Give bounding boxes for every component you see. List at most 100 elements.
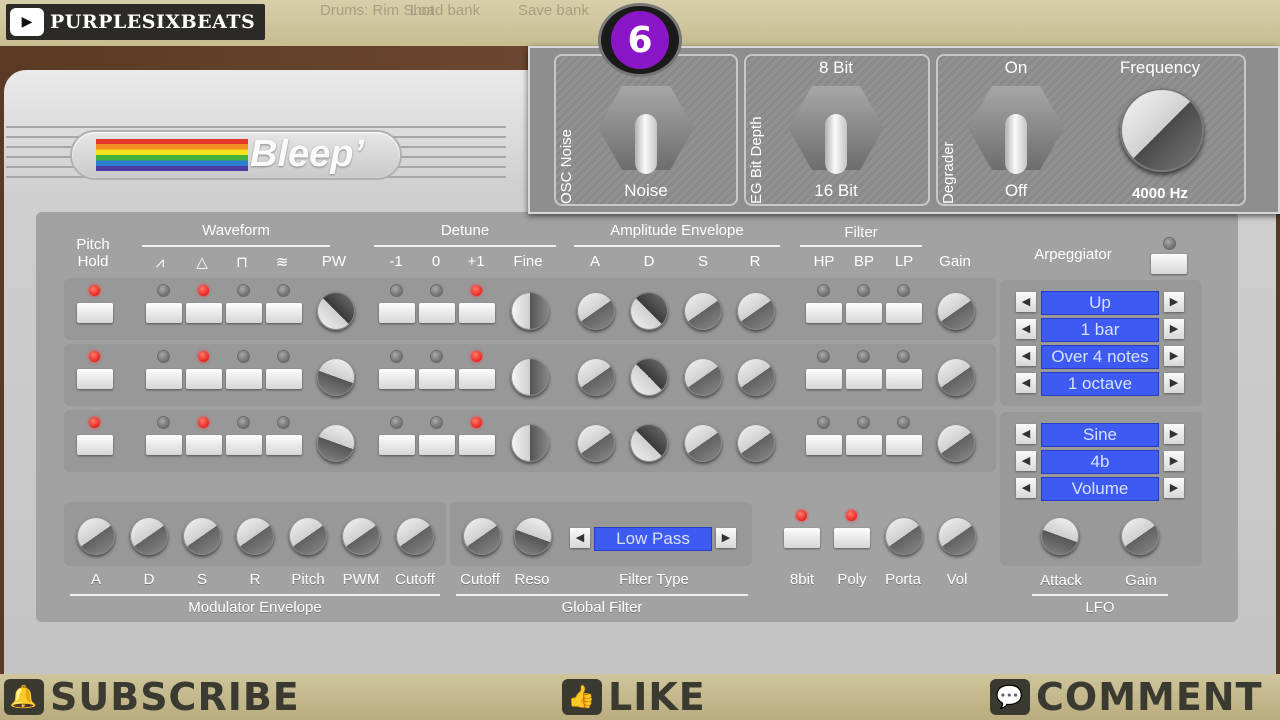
poly-button[interactable]	[834, 528, 870, 548]
arp-toggle-button[interactable]	[1151, 254, 1187, 274]
eg-bit-depth-toggle[interactable]	[825, 114, 847, 174]
arp-selector-1-next-button[interactable]: ▶	[1164, 292, 1184, 312]
osc2-gain-knob[interactable]	[937, 358, 975, 396]
osc3-detune-button-1[interactable]	[379, 435, 415, 455]
osc1-detune-button-2[interactable]	[419, 303, 455, 323]
lfo-gain-knob[interactable]	[1121, 517, 1159, 555]
osc3-filter-button-2[interactable]	[846, 435, 882, 455]
osc3-gain-knob[interactable]	[937, 424, 975, 462]
osc3-detune-button-2[interactable]	[419, 435, 455, 455]
modulator-knob-3[interactable]	[183, 517, 221, 555]
lfo-selector-1-display[interactable]: Sine	[1041, 423, 1159, 447]
filter-type-display[interactable]: Low Pass	[594, 527, 712, 551]
osc3-detune-button-3[interactable]	[459, 435, 495, 455]
osc2-filter-button-3[interactable]	[886, 369, 922, 389]
arp-selector-2-prev-button[interactable]: ◀	[1016, 319, 1036, 339]
modulator-knob-5[interactable]	[289, 517, 327, 555]
arp-selector-1-display[interactable]: Up	[1041, 291, 1159, 315]
modulator-knob-6[interactable]	[342, 517, 380, 555]
global-reso-knob[interactable]	[514, 517, 552, 555]
modulator-knob-7[interactable]	[396, 517, 434, 555]
porta-knob[interactable]	[885, 517, 923, 555]
osc2-amp-env-knob-1[interactable]	[577, 358, 615, 396]
osc3-waveform-button-3[interactable]	[226, 435, 262, 455]
arp-selector-3-display[interactable]: Over 4 notes	[1041, 345, 1159, 369]
vol-knob[interactable]	[938, 517, 976, 555]
osc2-waveform-button-3[interactable]	[226, 369, 262, 389]
lfo-selector-1-prev-button[interactable]: ◀	[1016, 424, 1036, 444]
arp-selector-4-prev-button[interactable]: ◀	[1016, 373, 1036, 393]
osc2-waveform-button-1[interactable]	[146, 369, 182, 389]
frequency-knob[interactable]	[1120, 88, 1204, 172]
arp-selector-4-display[interactable]: 1 octave	[1041, 372, 1159, 396]
osc1-amp-env-knob-4[interactable]	[737, 292, 775, 330]
load-bank-button[interactable]: Load bank	[410, 2, 480, 19]
osc1-amp-env-knob-2[interactable]	[630, 292, 668, 330]
osc3-filter-button-3[interactable]	[886, 435, 922, 455]
lfo-selector-3-prev-button[interactable]: ◀	[1016, 478, 1036, 498]
lfo-selector-3-next-button[interactable]: ▶	[1164, 478, 1184, 498]
osc2-amp-env-knob-2[interactable]	[630, 358, 668, 396]
osc3-pw-knob[interactable]	[317, 424, 355, 462]
like-cta[interactable]: 👍 LIKE	[562, 675, 706, 719]
osc3-waveform-button-1[interactable]	[146, 435, 182, 455]
osc1-amp-env-knob-1[interactable]	[577, 292, 615, 330]
osc1-detune-button-1[interactable]	[379, 303, 415, 323]
osc2-amp-env-knob-4[interactable]	[737, 358, 775, 396]
osc2-pw-knob[interactable]	[317, 358, 355, 396]
8bit-button[interactable]	[784, 528, 820, 548]
osc1-filter-button-3[interactable]	[886, 303, 922, 323]
filter-type-prev-button[interactable]: ◀	[570, 528, 590, 548]
arp-selector-3-next-button[interactable]: ▶	[1164, 346, 1184, 366]
osc3-pitch-hold-button[interactable]	[77, 435, 113, 455]
osc1-fine-knob[interactable]	[511, 292, 549, 330]
osc3-fine-knob[interactable]	[511, 424, 549, 462]
save-bank-button[interactable]: Save bank	[518, 2, 589, 19]
modulator-knob-2[interactable]	[130, 517, 168, 555]
global-cutoff-knob[interactable]	[463, 517, 501, 555]
osc2-filter-button-2[interactable]	[846, 369, 882, 389]
osc1-gain-knob[interactable]	[937, 292, 975, 330]
osc3-amp-env-knob-2[interactable]	[630, 424, 668, 462]
osc2-detune-button-2[interactable]	[419, 369, 455, 389]
channel-tag[interactable]: ▶ PURPLESIXBEATS	[6, 4, 266, 40]
degrader-toggle[interactable]	[1005, 114, 1027, 174]
lfo-attack-knob[interactable]	[1041, 517, 1079, 555]
osc2-detune-button-1[interactable]	[379, 369, 415, 389]
lfo-selector-2-next-button[interactable]: ▶	[1164, 451, 1184, 471]
arp-selector-4-next-button[interactable]: ▶	[1164, 373, 1184, 393]
osc1-detune-button-3[interactable]	[459, 303, 495, 323]
arp-selector-2-next-button[interactable]: ▶	[1164, 319, 1184, 339]
osc1-waveform-button-1[interactable]	[146, 303, 182, 323]
lfo-selector-1-next-button[interactable]: ▶	[1164, 424, 1184, 444]
arp-selector-1-prev-button[interactable]: ◀	[1016, 292, 1036, 312]
osc1-pw-knob[interactable]	[317, 292, 355, 330]
osc2-filter-button-1[interactable]	[806, 369, 842, 389]
osc3-waveform-button-2[interactable]	[186, 435, 222, 455]
osc3-filter-button-1[interactable]	[806, 435, 842, 455]
modulator-knob-4[interactable]	[236, 517, 274, 555]
osc2-detune-button-3[interactable]	[459, 369, 495, 389]
osc3-waveform-button-4[interactable]	[266, 435, 302, 455]
arp-selector-3-prev-button[interactable]: ◀	[1016, 346, 1036, 366]
osc-noise-toggle[interactable]	[635, 114, 657, 174]
osc1-waveform-button-3[interactable]	[226, 303, 262, 323]
osc1-filter-button-1[interactable]	[806, 303, 842, 323]
comment-cta[interactable]: 💬 COMMENT	[990, 675, 1263, 719]
osc1-waveform-button-4[interactable]	[266, 303, 302, 323]
osc1-filter-button-2[interactable]	[846, 303, 882, 323]
filter-type-next-button[interactable]: ▶	[716, 528, 736, 548]
modulator-knob-1[interactable]	[77, 517, 115, 555]
osc1-waveform-button-2[interactable]	[186, 303, 222, 323]
osc1-pitch-hold-button[interactable]	[77, 303, 113, 323]
arp-selector-2-display[interactable]: 1 bar	[1041, 318, 1159, 342]
osc2-pitch-hold-button[interactable]	[77, 369, 113, 389]
osc3-amp-env-knob-1[interactable]	[577, 424, 615, 462]
lfo-selector-3-display[interactable]: Volume	[1041, 477, 1159, 501]
lfo-selector-2-display[interactable]: 4b	[1041, 450, 1159, 474]
osc2-amp-env-knob-3[interactable]	[684, 358, 722, 396]
osc3-amp-env-knob-3[interactable]	[684, 424, 722, 462]
subscribe-cta[interactable]: 🔔 SUBSCRIBE	[4, 675, 300, 719]
lfo-selector-2-prev-button[interactable]: ◀	[1016, 451, 1036, 471]
osc2-waveform-button-2[interactable]	[186, 369, 222, 389]
